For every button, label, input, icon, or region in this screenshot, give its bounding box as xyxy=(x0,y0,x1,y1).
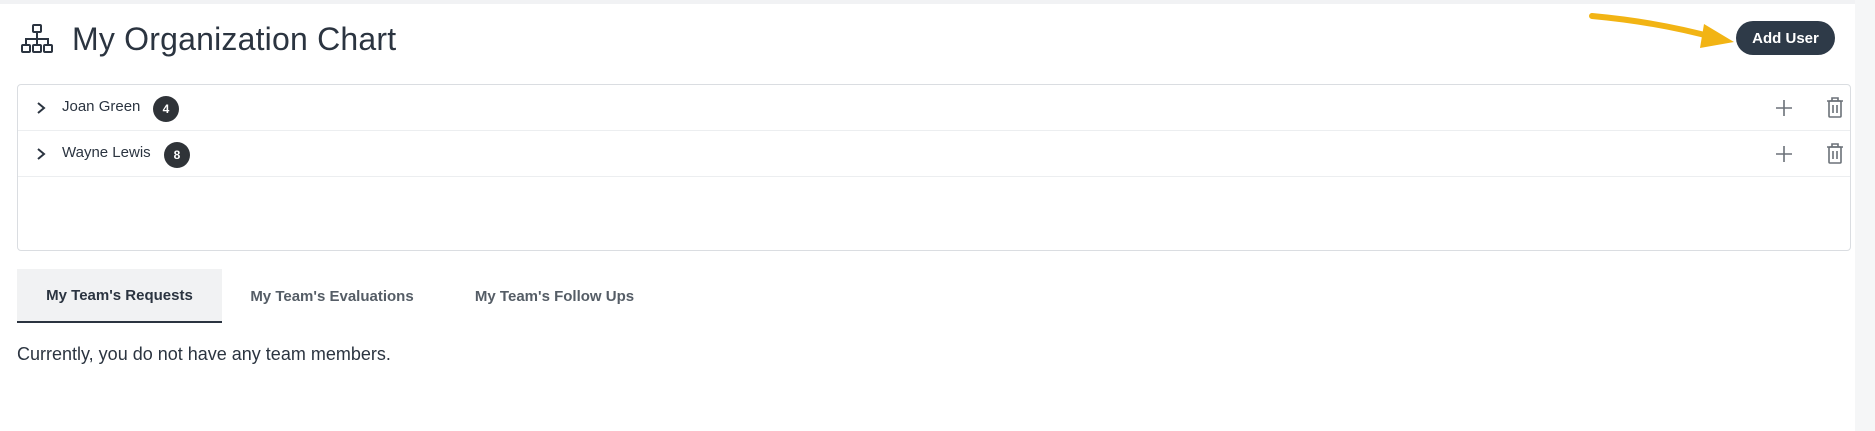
org-tree-panel: Joan Green 4 Wayne Lewis 8 xyxy=(17,84,1851,251)
person-name[interactable]: Wayne Lewis xyxy=(62,144,151,162)
org-tree-row: Joan Green 4 xyxy=(18,85,1850,131)
plus-icon[interactable] xyxy=(1773,143,1795,165)
trash-icon[interactable] xyxy=(1824,96,1846,120)
tab-team-requests[interactable]: My Team's Requests xyxy=(17,269,222,323)
page-header: My Organization Chart xyxy=(18,14,1835,64)
report-count-badge: 8 xyxy=(164,142,190,168)
report-count-badge: 4 xyxy=(153,96,179,122)
right-edge xyxy=(1855,0,1875,431)
plus-icon[interactable] xyxy=(1773,97,1795,119)
org-tree-row: Wayne Lewis 8 xyxy=(18,131,1850,177)
top-edge xyxy=(0,0,1875,4)
pointer-arrow xyxy=(1589,13,1734,48)
empty-state-message: Currently, you do not have any team memb… xyxy=(17,344,391,364)
tab-team-follow-ups[interactable]: My Team's Follow Ups xyxy=(442,269,667,323)
team-tabs: My Team's Requests My Team's Evaluations… xyxy=(17,269,717,323)
person-name[interactable]: Joan Green xyxy=(62,98,140,116)
page-title: My Organization Chart xyxy=(72,21,397,57)
org-chart-icon xyxy=(21,24,53,53)
add-user-button[interactable]: Add User xyxy=(1736,21,1835,55)
tab-team-evaluations[interactable]: My Team's Evaluations xyxy=(222,269,442,323)
chevron-right-icon[interactable] xyxy=(34,146,48,162)
chevron-right-icon[interactable] xyxy=(34,100,48,116)
trash-icon[interactable] xyxy=(1824,142,1846,166)
